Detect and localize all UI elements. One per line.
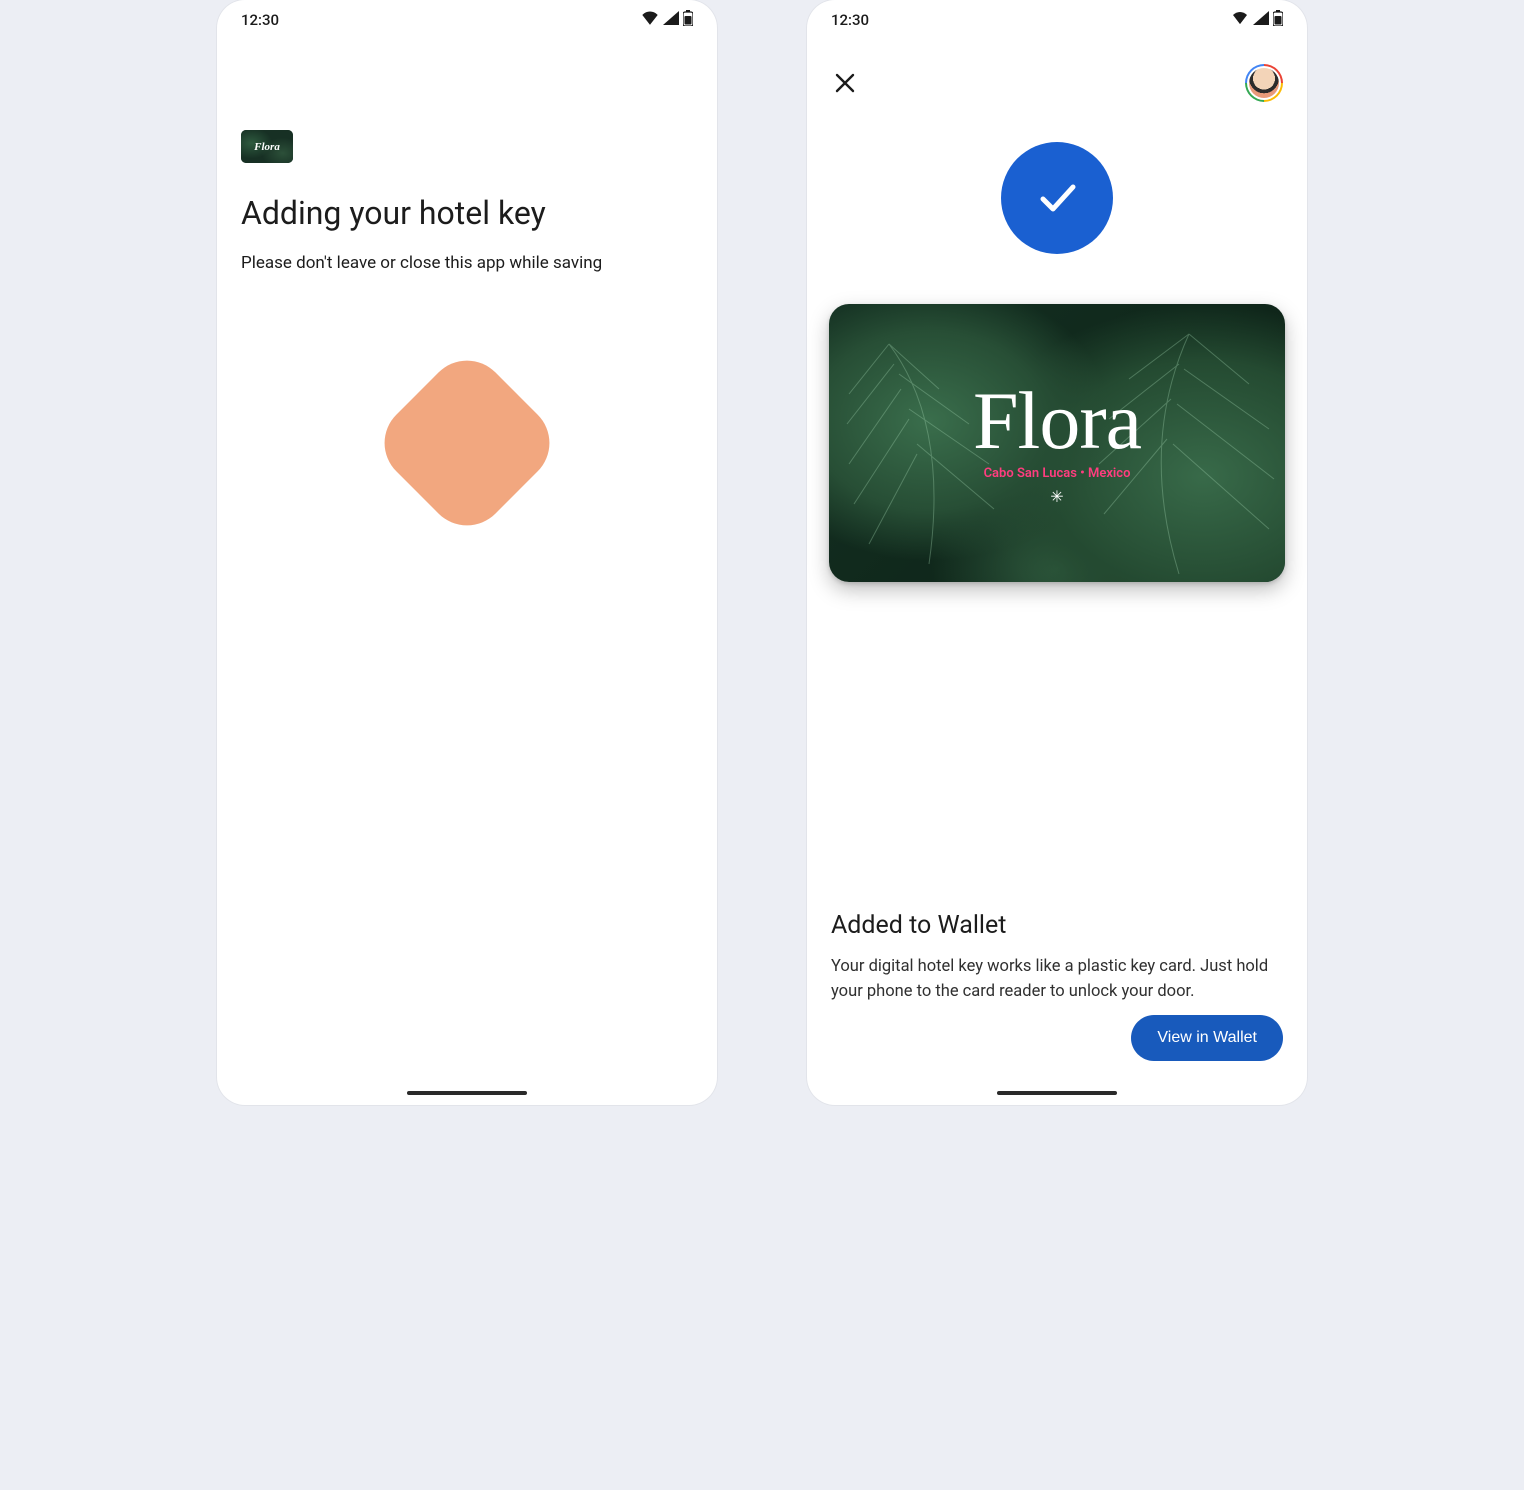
- status-icons: [641, 10, 693, 30]
- wifi-icon: [1231, 11, 1249, 29]
- status-icons: [1231, 10, 1283, 30]
- wifi-icon: [641, 11, 659, 29]
- status-time: 12:30: [241, 11, 279, 29]
- close-button[interactable]: [831, 69, 859, 97]
- phone-screen-adding: 12:30 Flora Adding your hotel key Please…: [217, 0, 717, 1105]
- home-indicator[interactable]: [407, 1091, 527, 1095]
- hotel-key-thumbnail: Flora: [241, 130, 293, 163]
- status-time: 12:30: [831, 11, 869, 29]
- card-star-icon: ✳: [1050, 487, 1063, 506]
- view-in-wallet-button[interactable]: View in Wallet: [1131, 1015, 1283, 1061]
- home-indicator[interactable]: [997, 1091, 1117, 1095]
- status-bar: 12:30: [807, 0, 1307, 40]
- card-location: Cabo San Lucas • Mexico: [984, 466, 1131, 481]
- phone-screen-added: 12:30: [807, 0, 1307, 1105]
- card-brand: Flora: [973, 380, 1141, 462]
- battery-icon: [1273, 10, 1283, 30]
- cellular-icon: [663, 11, 679, 29]
- hotel-key-card[interactable]: Flora Cabo San Lucas • Mexico ✳: [829, 304, 1285, 582]
- result-title: Added to Wallet: [831, 911, 1283, 940]
- loading-spinner-icon: [368, 344, 566, 542]
- battery-icon: [683, 10, 693, 30]
- account-avatar[interactable]: [1245, 64, 1283, 102]
- page-title: Adding your hotel key: [241, 193, 693, 233]
- cellular-icon: [1253, 11, 1269, 29]
- success-check-icon: [1001, 142, 1113, 254]
- status-bar: 12:30: [217, 0, 717, 40]
- avatar-face-icon: [1249, 68, 1279, 98]
- result-description: Your digital hotel key works like a plas…: [831, 954, 1283, 1005]
- page-subtitle: Please don't leave or close this app whi…: [241, 253, 693, 273]
- thumbnail-brand: Flora: [254, 141, 280, 153]
